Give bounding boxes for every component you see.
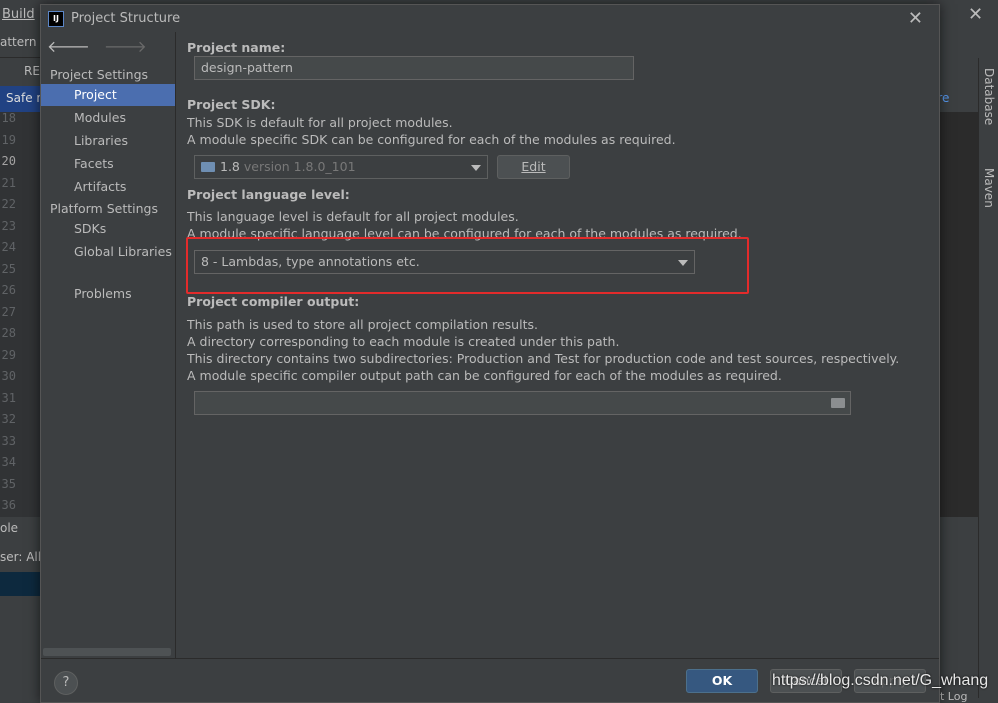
project-sdk-dropdown[interactable]: 1.8 version 1.8.0_101	[194, 155, 488, 179]
sdk-version: version 1.8.0_101	[243, 159, 356, 174]
sidebar-item-facets[interactable]: Facets	[41, 153, 175, 175]
line-number: 25	[1, 261, 16, 276]
dialog-close-icon[interactable]: ✕	[908, 8, 923, 29]
sidebar-item-problems[interactable]: Problems	[41, 283, 175, 305]
forward-arrow-icon[interactable]: 🡒	[104, 37, 147, 56]
bottom-selected-row	[0, 572, 40, 596]
ide-close-icon[interactable]: ✕	[968, 4, 983, 25]
sdk-value: 1.8	[220, 159, 240, 174]
ide-tabbar: RE	[0, 58, 40, 86]
ok-button[interactable]: OK	[686, 669, 758, 693]
intellij-app-icon: IJ	[48, 11, 64, 27]
sidebar-item-modules[interactable]: Modules	[41, 107, 175, 129]
sidebar-item-global-libraries[interactable]: Global Libraries	[41, 241, 175, 263]
sidebar-item-libraries[interactable]: Libraries	[41, 130, 175, 152]
sidebar-scrollbar[interactable]	[43, 648, 171, 656]
language-description-1: This language level is default for all p…	[187, 209, 519, 224]
compiler-description-2: A directory corresponding to each module…	[187, 334, 620, 349]
compiler-description-1: This path is used to store all project c…	[187, 317, 538, 332]
right-tool-strip: Database Maven	[978, 58, 998, 698]
chevron-down-icon	[678, 260, 688, 266]
line-number: 23	[1, 218, 16, 233]
settings-sidebar: 🡐 🡒 Project Settings Project Modules Libr…	[41, 32, 176, 658]
sdk-description-2: A module specific SDK can be configured …	[187, 132, 676, 147]
edit-button-label: Edit	[521, 159, 546, 174]
line-number: 21	[1, 175, 16, 190]
chevron-down-icon	[471, 165, 481, 171]
line-number: 19	[1, 132, 16, 147]
edit-sdk-button[interactable]: Edit	[497, 155, 570, 179]
ide-banner: Safe m	[0, 86, 48, 112]
sidebar-item-artifacts[interactable]: Artifacts	[41, 176, 175, 198]
line-number: 22	[1, 197, 16, 211]
maven-tool[interactable]: Maven	[982, 168, 996, 208]
database-tool[interactable]: Database	[982, 68, 996, 125]
project-settings-panel: Project name: design-pattern Project SDK…	[177, 32, 939, 658]
line-number: 36	[1, 498, 16, 512]
compiler-output-field[interactable]	[194, 391, 851, 415]
line-number: 28	[1, 326, 16, 340]
project-settings-header: Project Settings	[50, 67, 149, 82]
editor-right-edge	[940, 112, 978, 517]
nav-arrows: 🡐 🡒	[47, 36, 147, 56]
toolbar-breadcrumb[interactable]: attern	[0, 35, 36, 49]
compiler-description-3: This directory contains two subdirectori…	[187, 351, 900, 366]
compiler-description-4: A module specific compiler output path c…	[187, 368, 782, 383]
bottom-tab[interactable]: ole	[0, 521, 18, 535]
language-level-value: 8 - Lambdas, type annotations etc.	[201, 254, 420, 269]
language-level-label: Project language level:	[187, 187, 350, 202]
project-name-label: Project name:	[187, 40, 286, 55]
line-number: 18	[1, 111, 16, 125]
menu-build[interactable]: Build	[2, 7, 35, 22]
sdk-description-1: This SDK is default for all project modu…	[187, 115, 453, 130]
line-number: 24	[1, 240, 16, 254]
line-number: 34	[1, 455, 16, 469]
project-sdk-label: Project SDK:	[187, 97, 276, 112]
platform-settings-header: Platform Settings	[50, 201, 158, 216]
line-number: 29	[1, 347, 16, 362]
help-button[interactable]: ?	[54, 671, 78, 695]
editor-gutter: 1819202122232425262728293031323334353637	[0, 111, 40, 534]
line-number: 27	[1, 304, 16, 319]
sidebar-item-sdks[interactable]: SDKs	[41, 218, 175, 240]
line-number: 33	[1, 433, 16, 448]
sdk-folder-icon	[201, 162, 215, 172]
line-number: 20	[1, 154, 16, 168]
line-number: 35	[1, 476, 16, 491]
ide-bottom-panel: ole ser: All	[0, 517, 41, 703]
editor-tab[interactable]: RE	[24, 64, 40, 78]
line-number: 30	[1, 369, 16, 383]
line-number: 31	[1, 390, 16, 405]
sidebar-item-project[interactable]: Project	[41, 84, 175, 106]
ide-toolbar: attern	[0, 30, 40, 58]
line-number: 32	[1, 412, 16, 426]
compiler-output-label: Project compiler output:	[187, 294, 360, 309]
project-name-field[interactable]: design-pattern	[194, 56, 634, 80]
dialog-titlebar: IJ Project Structure ✕	[41, 5, 939, 32]
project-structure-dialog: IJ Project Structure ✕ 🡐 🡒 Project Settin…	[40, 4, 940, 703]
bottom-filter[interactable]: ser: All	[0, 550, 41, 564]
back-arrow-icon[interactable]: 🡐	[47, 37, 90, 56]
dialog-title: Project Structure	[71, 11, 181, 26]
language-description-2: A module specific language level can be …	[187, 226, 742, 241]
language-level-dropdown[interactable]: 8 - Lambdas, type annotations etc.	[194, 250, 695, 274]
line-number: 26	[1, 283, 16, 297]
event-log-label[interactable]: t Log	[940, 690, 967, 703]
browse-folder-icon[interactable]	[831, 398, 845, 408]
watermark: https://blog.csdn.net/G_whang	[772, 672, 989, 689]
